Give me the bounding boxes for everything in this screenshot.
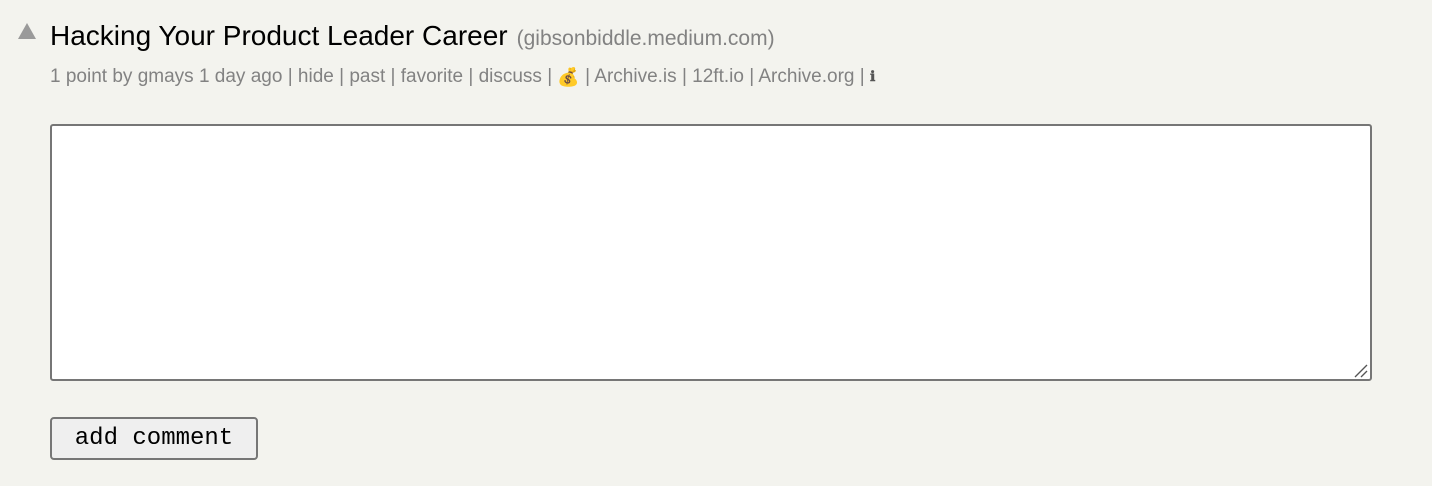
separator: |: [390, 66, 396, 87]
story-title-row: Hacking Your Product Leader Career (gibs…: [18, 20, 775, 52]
separator: |: [547, 66, 553, 87]
resize-grip-icon[interactable]: [1352, 362, 1368, 378]
separator: |: [339, 66, 345, 87]
separator: |: [681, 66, 687, 87]
separator: |: [468, 66, 474, 87]
separator: |: [859, 66, 865, 87]
past-link[interactable]: past: [349, 66, 385, 87]
separator: |: [585, 66, 591, 87]
user-link[interactable]: gmays: [138, 66, 194, 87]
twelve-ft-link[interactable]: 12ft.io: [692, 66, 744, 87]
archive-is-link[interactable]: Archive.is: [594, 66, 676, 87]
info-icon[interactable]: ℹ: [870, 69, 875, 85]
points-count: 1 point: [50, 66, 108, 87]
upvote-arrow-icon[interactable]: [18, 23, 36, 39]
comment-textarea[interactable]: [50, 124, 1372, 381]
story-age-link[interactable]: 1 day ago: [199, 66, 282, 87]
hide-link[interactable]: hide: [298, 66, 334, 87]
money-bag-icon[interactable]: 💰: [557, 68, 579, 86]
archive-org-link[interactable]: Archive.org: [758, 66, 854, 87]
separator: |: [749, 66, 755, 87]
separator: |: [287, 66, 293, 87]
story-site-domain[interactable]: (gibsonbiddle.medium.com): [517, 27, 775, 51]
by-label: by: [112, 66, 133, 87]
discuss-link[interactable]: discuss: [479, 66, 542, 87]
favorite-link[interactable]: favorite: [401, 66, 463, 87]
story-title-link[interactable]: Hacking Your Product Leader Career: [50, 20, 508, 52]
story-subtext: 1 point by gmays 1 day ago | hide | past…: [50, 66, 875, 88]
add-comment-button[interactable]: add comment: [50, 417, 258, 460]
